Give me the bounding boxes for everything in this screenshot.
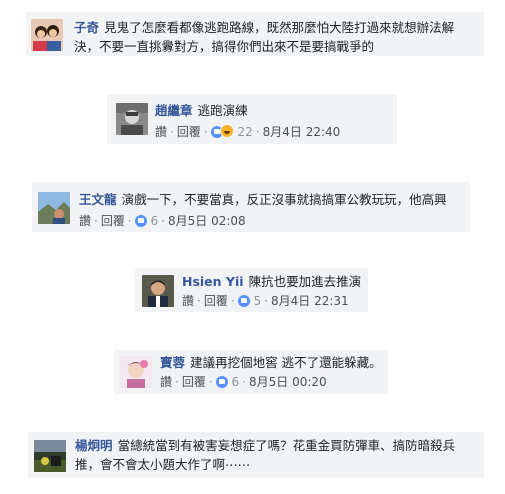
avatar[interactable] bbox=[116, 103, 148, 135]
avatar[interactable] bbox=[38, 192, 70, 224]
comment-text: 決，不要一直挑釁對方，搞得你們出來不是要搞戰爭的 bbox=[74, 39, 375, 54]
reaction-count[interactable]: 22 bbox=[238, 125, 253, 139]
avatar-image bbox=[38, 192, 70, 224]
avatar[interactable] bbox=[31, 19, 63, 51]
avatar[interactable] bbox=[142, 275, 174, 307]
avatar-image bbox=[31, 19, 63, 51]
avatar-image bbox=[120, 356, 152, 388]
author-name[interactable]: 寶蓉 bbox=[160, 355, 185, 370]
comment-body: 王文龍 演戲一下，不要當真，反正沒事就搞搞軍公教玩玩，他高興 bbox=[79, 190, 447, 209]
like-button[interactable]: 讚 bbox=[155, 125, 167, 139]
author-name[interactable]: 王文龍 bbox=[79, 192, 117, 207]
avatar-image bbox=[116, 103, 148, 135]
comment-text: 當總統當到有被害妄想症了嗎？花重金買防彈車、搞防暗殺兵 bbox=[117, 438, 456, 453]
comment-body: 寶蓉 建議再挖個地窖 逃不了還能躲藏。 bbox=[160, 353, 382, 372]
comment-actions: 讚 · 回覆 · 5 · 8月4日 22:31 bbox=[182, 294, 349, 308]
reply-button[interactable]: 回覆 bbox=[101, 214, 125, 228]
comment-text: 推，會不會太小題大作了啊⋯⋯ bbox=[75, 457, 251, 472]
comment-body: Hsien Yii 陳抗也要加進去推演 bbox=[182, 272, 361, 291]
reaction-count[interactable]: 5 bbox=[254, 294, 262, 308]
like-icon[interactable] bbox=[134, 215, 147, 227]
haha-icon[interactable] bbox=[219, 124, 234, 138]
reaction-count[interactable]: 6 bbox=[232, 375, 240, 389]
comment-card: 王文龍 演戲一下，不要當真，反正沒事就搞搞軍公教玩玩，他高興 讚 · 回覆 · 6 · 8… bbox=[32, 182, 470, 232]
reply-button[interactable]: 回覆 bbox=[204, 294, 228, 308]
reaction-count[interactable]: 6 bbox=[151, 214, 159, 228]
comment-text: 見鬼了怎麼看都像逃跑路線，既然那麼怕大陸打過來就想辦法解 bbox=[104, 20, 455, 35]
comment-body: 楊炯明 當總統當到有被害妄想症了嗎？花重金買防彈車、搞防暗殺兵 推，會不會太小題… bbox=[75, 436, 455, 474]
reply-button[interactable]: 回覆 bbox=[177, 125, 201, 139]
avatar-image bbox=[142, 275, 174, 307]
timestamp[interactable]: 8月4日 22:31 bbox=[271, 294, 349, 308]
comment-body: 趙繼章 逃跑演練 bbox=[155, 101, 248, 120]
comment-actions: 讚 · 回覆 · 6 · 8月5日 02:08 bbox=[79, 214, 246, 228]
comment-text: 陳抗也要加進去推演 bbox=[248, 274, 362, 289]
avatar[interactable] bbox=[120, 356, 152, 388]
comment-card: Hsien Yii 陳抗也要加進去推演 讚 · 回覆 · 5 · 8月4日 22:31 bbox=[135, 268, 368, 312]
like-icon[interactable] bbox=[215, 376, 228, 388]
avatar[interactable] bbox=[34, 440, 66, 472]
comment-body: 子奇 見鬼了怎麼看都像逃跑路線，既然那麼怕大陸打過來就想辦法解 決，不要一直挑釁… bbox=[74, 18, 454, 56]
avatar-image bbox=[34, 440, 66, 472]
timestamp[interactable]: 8月5日 00:20 bbox=[249, 375, 327, 389]
comment-card: 趙繼章 逃跑演練 讚 · 回覆 · 22 · 8月4日 22:40 bbox=[107, 94, 397, 144]
comment-actions: 讚 · 回覆 · 6 · 8月5日 00:20 bbox=[160, 375, 327, 389]
comment-card: 寶蓉 建議再挖個地窖 逃不了還能躲藏。 讚 · 回覆 · 6 · 8月5日 00:20 bbox=[114, 350, 388, 394]
like-icon[interactable] bbox=[237, 295, 250, 307]
comment-card: 楊炯明 當總統當到有被害妄想症了嗎？花重金買防彈車、搞防暗殺兵 推，會不會太小題… bbox=[28, 432, 484, 478]
author-name[interactable]: 子奇 bbox=[74, 20, 99, 35]
timestamp[interactable]: 8月5日 02:08 bbox=[168, 214, 246, 228]
author-name[interactable]: Hsien Yii bbox=[182, 274, 244, 289]
author-name[interactable]: 楊炯明 bbox=[75, 438, 113, 453]
comment-text: 演戲一下，不要當真，反正沒事就搞搞軍公教玩玩，他高興 bbox=[121, 192, 447, 207]
comment-text: 逃跑演練 bbox=[197, 103, 248, 118]
reply-button[interactable]: 回覆 bbox=[182, 375, 206, 389]
timestamp[interactable]: 8月4日 22:40 bbox=[263, 125, 341, 139]
comment-actions: 讚 · 回覆 · 22 · 8月4日 22:40 bbox=[155, 124, 341, 139]
comment-card: 子奇 見鬼了怎麼看都像逃跑路線，既然那麼怕大陸打過來就想辦法解 決，不要一直挑釁… bbox=[26, 12, 484, 56]
comment-text: 建議再挖個地窖 逃不了還能躲藏。 bbox=[190, 355, 382, 370]
like-button[interactable]: 讚 bbox=[79, 214, 91, 228]
author-name[interactable]: 趙繼章 bbox=[155, 103, 193, 118]
like-button[interactable]: 讚 bbox=[160, 375, 172, 389]
like-button[interactable]: 讚 bbox=[182, 294, 194, 308]
